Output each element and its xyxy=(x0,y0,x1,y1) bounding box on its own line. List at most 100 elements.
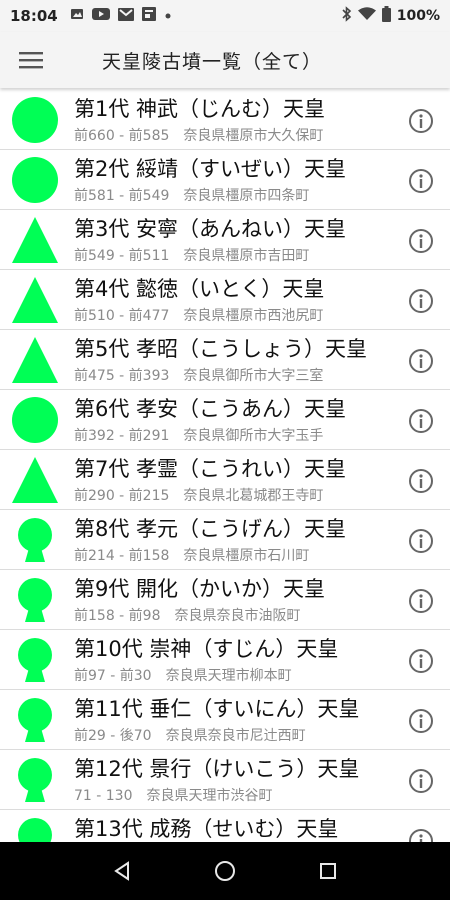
triangle-tomb-shape-icon xyxy=(11,456,59,504)
reign-period: 前392 - 前291 xyxy=(74,428,170,444)
list-item[interactable]: 第7代 孝霊（こうれい）天皇前290 - 前215 奈良県北葛城郡王寺町 xyxy=(0,450,450,510)
info-icon xyxy=(409,769,433,793)
emperor-name: 第2代 綏靖（すいぜい）天皇 xyxy=(74,157,347,181)
list-item[interactable]: 第4代 懿徳（いとく）天皇 前510 - 前477 奈良県橿原市西池尻町 xyxy=(0,270,450,330)
battery-percent: 100% xyxy=(396,8,440,24)
info-icon xyxy=(409,349,433,373)
reign-period: 前660 - 前585 xyxy=(74,128,170,144)
bluetooth-icon xyxy=(342,6,352,26)
emperor-name: 第10代 崇神（すじん）天皇 xyxy=(74,637,339,661)
keyhole-tomb-shape-icon xyxy=(11,516,59,564)
triangle-tomb-shape-icon xyxy=(11,336,59,384)
keyhole-tomb-shape-icon xyxy=(11,576,59,624)
list-item[interactable]: 第11代 垂仁（すいにん）天皇 前29 - 後70 奈良県奈良市尼辻西町 xyxy=(0,690,450,750)
app-bar: 天皇陵古墳一覧（全て） xyxy=(0,32,450,88)
info-button[interactable] xyxy=(408,168,434,194)
list-item[interactable]: 第13代 成務（せいむ）天皇 xyxy=(0,810,450,842)
emperor-name: 第12代 景行（けいこう）天皇 xyxy=(74,757,360,781)
list-item[interactable]: 第3代 安寧（あんねい）天皇前549 - 前511 奈良県橿原市吉田町 xyxy=(0,210,450,270)
emperor-name: 第7代 孝霊（こうれい）天皇 xyxy=(74,457,347,481)
info-icon xyxy=(409,829,433,842)
emperor-name: 第3代 安寧（あんねい）天皇 xyxy=(74,217,347,241)
tomb-location: 奈良県御所市大字玉手 xyxy=(183,428,324,444)
list-item[interactable]: 第6代 孝安（こうあん）天皇前392 - 前291 奈良県御所市大字玉手 xyxy=(0,390,450,450)
list-item[interactable]: 第5代 孝昭（こうしょう）天皇前475 - 前393 奈良県御所市大字三室 xyxy=(0,330,450,390)
keyhole-tomb-shape-icon xyxy=(11,756,59,804)
info-button[interactable] xyxy=(408,468,434,494)
triangle-tomb-shape-icon xyxy=(11,276,59,324)
emperor-subtitle: 71 - 130 奈良県天理市渋谷町 xyxy=(74,785,273,805)
tomb-location: 奈良県橿原市石川町 xyxy=(183,548,310,564)
tomb-location: 奈良県橿原市四条町 xyxy=(183,188,310,204)
reign-period: 前29 - 後70 xyxy=(74,728,152,744)
info-icon xyxy=(409,409,433,433)
list-item[interactable]: 第9代 開化（かいか）天皇 前158 - 前98 奈良県奈良市油阪町 xyxy=(0,570,450,630)
list-item[interactable]: 第10代 崇神（すじん）天皇前97 - 前30 奈良県天理市柳本町 xyxy=(0,630,450,690)
emperor-subtitle: 前475 - 前393 奈良県御所市大字三室 xyxy=(74,365,323,385)
reign-period: 前97 - 前30 xyxy=(74,668,152,684)
info-icon xyxy=(409,289,433,313)
info-button[interactable] xyxy=(408,408,434,434)
tomb-location: 奈良県橿原市大久保町 xyxy=(183,128,324,144)
info-button[interactable] xyxy=(408,108,434,134)
circle-tomb-shape-icon xyxy=(11,96,59,144)
emperor-name: 第9代 開化（かいか）天皇 xyxy=(74,577,326,601)
status-bar: 18:04 100% xyxy=(0,0,450,32)
list-item[interactable]: 第12代 景行（けいこう）天皇 71 - 130 奈良県天理市渋谷町 xyxy=(0,750,450,810)
list-item[interactable]: 第2代 綏靖（すいぜい）天皇前581 - 前549 奈良県橿原市四条町 xyxy=(0,150,450,210)
info-button[interactable] xyxy=(408,228,434,254)
page-title: 天皇陵古墳一覧（全て） xyxy=(102,50,323,73)
emperor-subtitle: 前290 - 前215 奈良県北葛城郡王寺町 xyxy=(74,485,323,505)
circle-tomb-shape-icon xyxy=(11,156,59,204)
back-button[interactable] xyxy=(102,851,142,891)
gmail-icon xyxy=(117,7,134,25)
recents-square-icon xyxy=(320,863,337,879)
emperor-name: 第1代 神武（じんむ）天皇 xyxy=(74,97,326,121)
emperor-subtitle: 前660 - 前585 奈良県橿原市大久保町 xyxy=(74,125,323,145)
emperor-subtitle: 前581 - 前549 奈良県橿原市四条町 xyxy=(74,185,309,205)
info-button[interactable] xyxy=(408,768,434,794)
image-icon xyxy=(70,7,84,25)
info-button[interactable] xyxy=(408,708,434,734)
tomb-location: 奈良県奈良市尼辻西町 xyxy=(165,728,306,744)
emperor-subtitle: 前97 - 前30 奈良県天理市柳本町 xyxy=(74,665,292,685)
info-button[interactable] xyxy=(408,528,434,554)
reign-period: 前475 - 前393 xyxy=(74,368,170,384)
info-button[interactable] xyxy=(408,648,434,674)
emperor-name: 第8代 孝元（こうげん）天皇 xyxy=(74,517,347,541)
wifi-icon xyxy=(357,7,376,25)
reign-period: 71 - 130 xyxy=(74,788,133,804)
tomb-location: 奈良県天理市渋谷町 xyxy=(146,788,273,804)
info-icon xyxy=(409,589,433,613)
back-triangle-icon xyxy=(113,861,129,881)
tomb-location: 奈良県橿原市吉田町 xyxy=(183,248,310,264)
recents-button[interactable] xyxy=(308,851,348,891)
list-item[interactable]: 第8代 孝元（こうげん）天皇前214 - 前158 奈良県橿原市石川町 xyxy=(0,510,450,570)
keyhole-tomb-shape-icon xyxy=(11,636,59,684)
emperor-name: 第5代 孝昭（こうしょう）天皇 xyxy=(74,337,368,361)
list-item[interactable]: 第1代 神武（じんむ）天皇前660 - 前585 奈良県橿原市大久保町 xyxy=(0,90,450,150)
emperor-subtitle: 前392 - 前291 奈良県御所市大字玉手 xyxy=(74,425,323,445)
battery-icon xyxy=(381,6,391,26)
info-icon xyxy=(409,229,433,253)
info-button[interactable] xyxy=(408,588,434,614)
home-button[interactable] xyxy=(205,851,245,891)
info-button[interactable] xyxy=(408,348,434,374)
emperor-name: 第6代 孝安（こうあん）天皇 xyxy=(74,397,347,421)
info-button[interactable] xyxy=(408,828,434,842)
emperor-subtitle: 前214 - 前158 奈良県橿原市石川町 xyxy=(74,545,309,565)
emperor-name: 第4代 懿徳（いとく）天皇 xyxy=(74,277,325,301)
triangle-tomb-shape-icon xyxy=(11,216,59,264)
emperor-subtitle: 前549 - 前511 奈良県橿原市吉田町 xyxy=(74,245,309,265)
emperor-list[interactable]: 第1代 神武（じんむ）天皇前660 - 前585 奈良県橿原市大久保町第2代 綏靖… xyxy=(0,90,450,842)
tomb-location: 奈良県天理市柳本町 xyxy=(165,668,292,684)
hamburger-menu-button[interactable] xyxy=(0,32,62,88)
tomb-location: 奈良県橿原市西池尻町 xyxy=(183,308,324,324)
tomb-location: 奈良県御所市大字三室 xyxy=(183,368,324,384)
status-time: 18:04 xyxy=(10,7,58,25)
circle-tomb-shape-icon xyxy=(11,396,59,444)
info-button[interactable] xyxy=(408,288,434,314)
keyhole-tomb-shape-icon xyxy=(11,696,59,744)
reign-period: 前290 - 前215 xyxy=(74,488,170,504)
reign-period: 前158 - 前98 xyxy=(74,608,161,624)
